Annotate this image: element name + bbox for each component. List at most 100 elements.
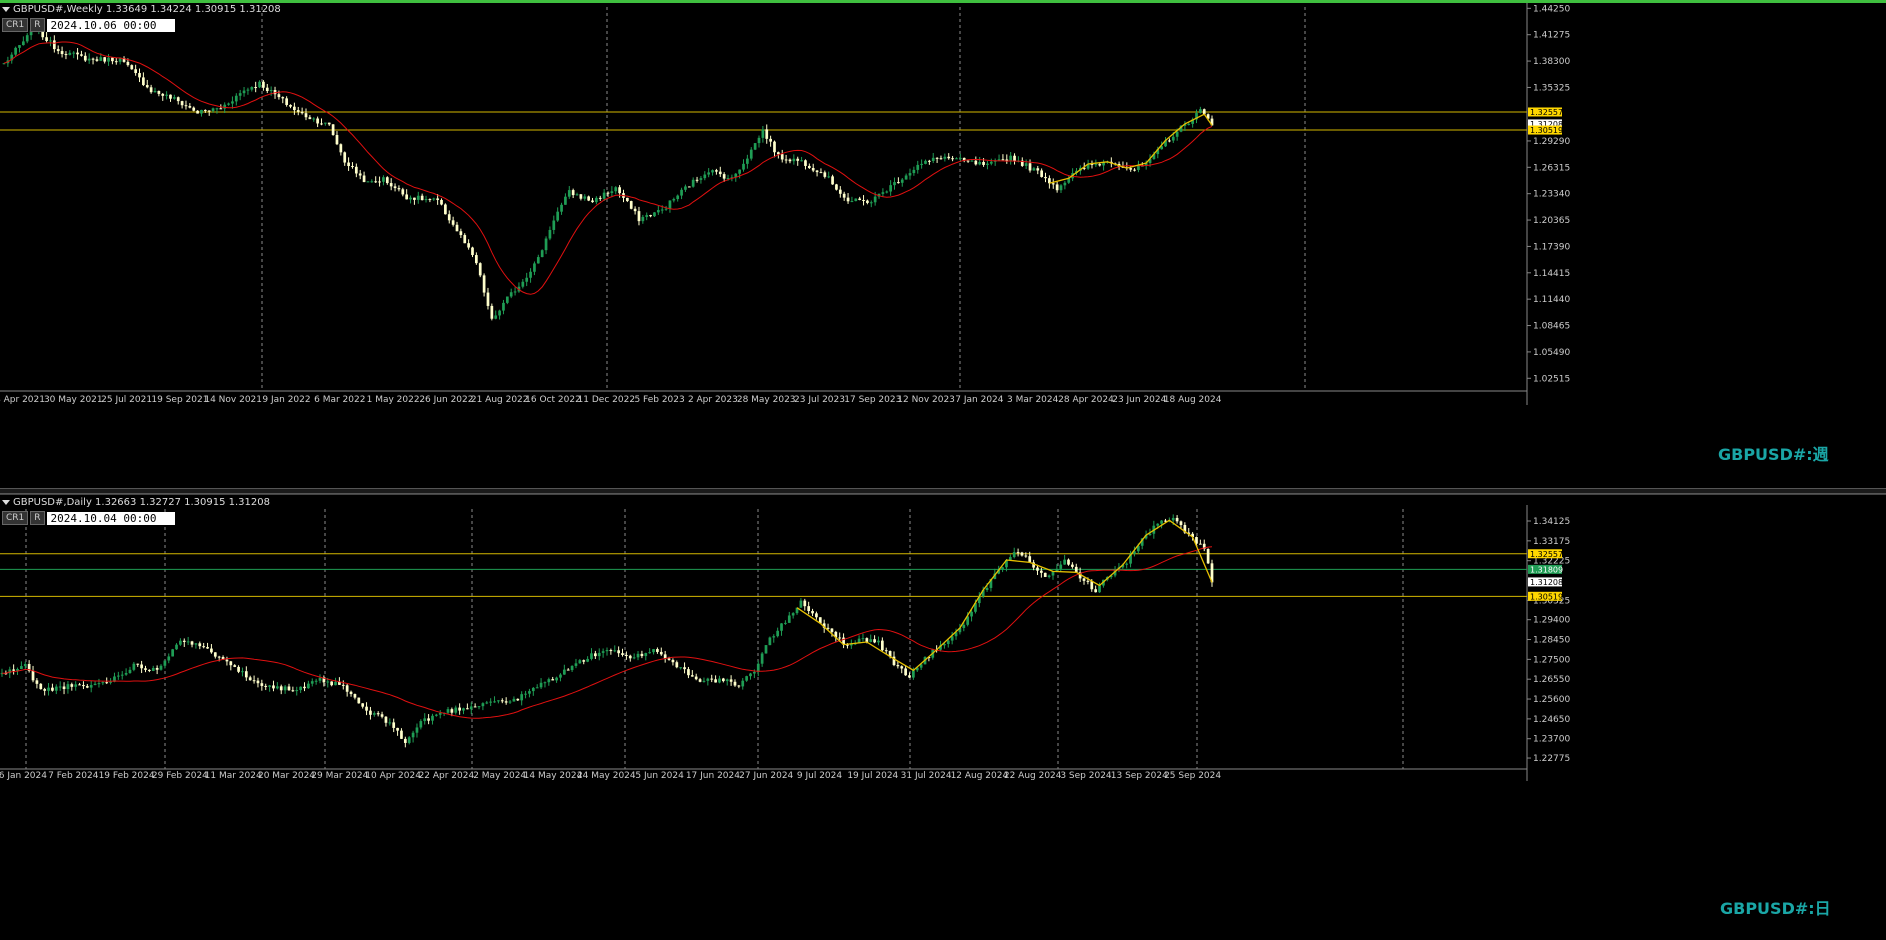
candle-body bbox=[524, 693, 527, 695]
candle-body bbox=[617, 650, 620, 654]
candle-body bbox=[210, 648, 213, 653]
candle-body bbox=[725, 679, 729, 682]
candle-body bbox=[475, 255, 478, 264]
candle-body bbox=[22, 41, 25, 46]
candle-body bbox=[497, 700, 500, 702]
collapse-icon[interactable] bbox=[2, 499, 10, 505]
time-tick-label: 2 Apr 2023 bbox=[688, 395, 738, 405]
price-tick-label: 1.20365 bbox=[1533, 216, 1570, 226]
candle-body bbox=[60, 51, 64, 55]
time-tick-label: 26 Jan 2024 bbox=[0, 771, 47, 781]
candle-body bbox=[190, 641, 194, 645]
time-tick-label: 25 Sep 2024 bbox=[1164, 771, 1221, 781]
price-tick-label: 1.14415 bbox=[1533, 269, 1570, 279]
candle-body bbox=[215, 108, 219, 110]
candle-body bbox=[372, 713, 376, 715]
candle-body bbox=[272, 685, 275, 689]
candle-body bbox=[566, 669, 570, 671]
candle-body bbox=[741, 680, 745, 687]
candle-body bbox=[920, 163, 923, 165]
candle-body bbox=[478, 263, 482, 276]
candle-body bbox=[31, 670, 35, 681]
candle-body bbox=[43, 689, 47, 691]
time-tick-label: 19 Jul 2024 bbox=[847, 771, 898, 781]
cr1-button[interactable]: CR1 bbox=[2, 18, 29, 32]
candle-body bbox=[380, 714, 384, 717]
weekly-chart-canvas[interactable]: 1.44250 1.41275 1.38300 1.35325 1.29290 1.263… bbox=[0, 3, 1886, 488]
daily-date-field[interactable]: 2024.10.04 00:00 bbox=[46, 511, 175, 525]
candle-body bbox=[1133, 169, 1136, 171]
candle-body bbox=[761, 129, 765, 138]
candle-body bbox=[540, 250, 544, 258]
r-button[interactable]: R bbox=[30, 18, 45, 32]
candle-body bbox=[144, 668, 147, 670]
candle-body bbox=[477, 706, 481, 708]
candle-body bbox=[768, 637, 772, 646]
candle-body bbox=[764, 645, 768, 654]
candle-body bbox=[265, 87, 269, 92]
candle-body bbox=[1063, 182, 1067, 186]
time-tick-label: 22 Apr 2024 bbox=[419, 771, 475, 781]
time-tick-label: 10 Apr 2024 bbox=[365, 771, 421, 781]
cr1-button[interactable]: CR1 bbox=[2, 511, 29, 525]
candle-body bbox=[39, 683, 43, 690]
candle-body bbox=[231, 101, 234, 104]
candle-body bbox=[567, 190, 571, 197]
candle-body bbox=[594, 653, 597, 657]
candle-body bbox=[729, 679, 733, 682]
candle-body bbox=[54, 686, 58, 691]
candle-body bbox=[70, 684, 74, 687]
candle-body bbox=[970, 611, 973, 617]
candle-body bbox=[293, 106, 296, 111]
candle-body bbox=[707, 172, 711, 175]
candle-body bbox=[411, 732, 415, 738]
candle-body bbox=[776, 630, 779, 637]
price-tick-label: 1.17390 bbox=[1533, 242, 1570, 252]
candle-body bbox=[533, 263, 536, 272]
candle-body bbox=[400, 730, 403, 739]
candle-body bbox=[25, 35, 29, 42]
candle-body bbox=[648, 652, 652, 654]
candle-body bbox=[1036, 168, 1040, 171]
price-tick-label: 1.28450 bbox=[1533, 636, 1570, 646]
candle-body bbox=[896, 665, 900, 667]
candle-body bbox=[738, 169, 741, 174]
time-tick-label: 29 Feb 2024 bbox=[152, 771, 208, 781]
candle-body bbox=[366, 181, 370, 183]
candle-body bbox=[614, 187, 618, 192]
candle-body bbox=[347, 162, 350, 167]
candle-body bbox=[900, 666, 904, 669]
candle-body bbox=[636, 653, 640, 658]
daily-chart-pane[interactable]: 1.34125 1.33175 1.32225 1.30325 1.29400 1.284… bbox=[0, 494, 1886, 940]
candle-body bbox=[625, 654, 628, 656]
candle-body bbox=[715, 170, 718, 172]
candle-body bbox=[241, 671, 244, 673]
candle-body bbox=[296, 110, 300, 112]
candle-body bbox=[683, 667, 686, 670]
candle-body bbox=[1160, 520, 1163, 524]
candle-body bbox=[471, 247, 474, 256]
candle-body bbox=[830, 628, 834, 632]
collapse-icon[interactable] bbox=[2, 6, 10, 12]
candle-body bbox=[997, 159, 1001, 161]
candle-body bbox=[80, 54, 83, 56]
r-button[interactable]: R bbox=[30, 511, 45, 525]
candle-body bbox=[621, 653, 624, 655]
candle-body bbox=[295, 690, 299, 692]
candle-body bbox=[126, 61, 130, 66]
candle-body bbox=[324, 122, 327, 124]
candle-body bbox=[694, 676, 698, 680]
weekly-chart-pane[interactable]: 1.44250 1.41275 1.38300 1.35325 1.29290 1.263… bbox=[0, 0, 1886, 488]
candle-body bbox=[799, 600, 803, 608]
candle-body bbox=[649, 215, 652, 217]
candle-body bbox=[339, 144, 343, 153]
candle-body bbox=[275, 686, 279, 689]
weekly-date-field[interactable]: 2024.10.06 00:00 bbox=[46, 18, 175, 32]
candle-body bbox=[254, 87, 258, 89]
candle-body bbox=[401, 189, 405, 195]
candle-body bbox=[318, 677, 322, 681]
candle-body bbox=[772, 636, 776, 638]
time-tick-label: 26 Jun 2022 bbox=[419, 395, 473, 405]
daily-chart-canvas[interactable]: 1.341251.331751.322251.303251.294001.284… bbox=[0, 495, 1886, 940]
candle-body bbox=[613, 650, 617, 652]
